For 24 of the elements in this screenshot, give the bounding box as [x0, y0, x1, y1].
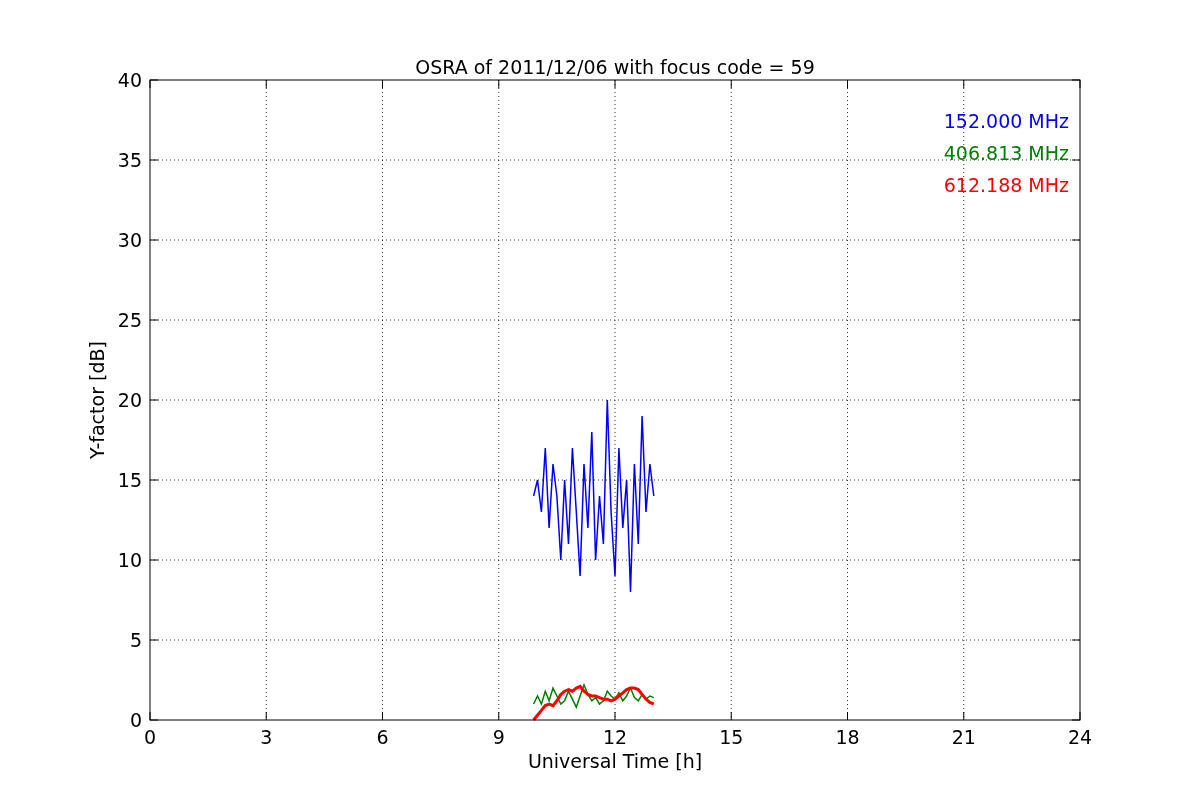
legend-label: 406.813 MHz: [943, 142, 1069, 164]
y-tick-label: 30: [117, 229, 142, 251]
x-tick-label: 0: [143, 726, 157, 748]
y-tick-label: 0: [129, 709, 142, 731]
x-tick-label: 21: [951, 726, 976, 748]
x-tick-label: 3: [260, 726, 273, 748]
y-tick-label: 5: [129, 629, 142, 651]
legend-label: 612.188 MHz: [943, 174, 1069, 196]
x-axis-label: Universal Time [h]: [527, 750, 703, 772]
y-tick-label: 40: [117, 69, 142, 91]
x-tick-label: 12: [602, 726, 628, 748]
y-tick-label: 35: [117, 149, 142, 171]
y-tick-label: 10: [117, 549, 142, 571]
x-tick-label: 18: [835, 726, 860, 748]
y-axis-label: Y-factor [dB]: [86, 341, 108, 459]
x-tick-label: 24: [1067, 726, 1093, 748]
x-tick-label: 6: [376, 726, 389, 748]
x-tick-label: 9: [492, 726, 505, 748]
x-tick-label: 15: [719, 726, 744, 748]
y-tick-label: 20: [117, 389, 142, 411]
y-tick-label: 25: [117, 309, 142, 331]
legend-label: 152.000 MHz: [943, 110, 1069, 132]
y-tick-label: 15: [117, 469, 142, 491]
chart-title: OSRA of 2011/12/06 with focus code = 59: [415, 56, 815, 78]
